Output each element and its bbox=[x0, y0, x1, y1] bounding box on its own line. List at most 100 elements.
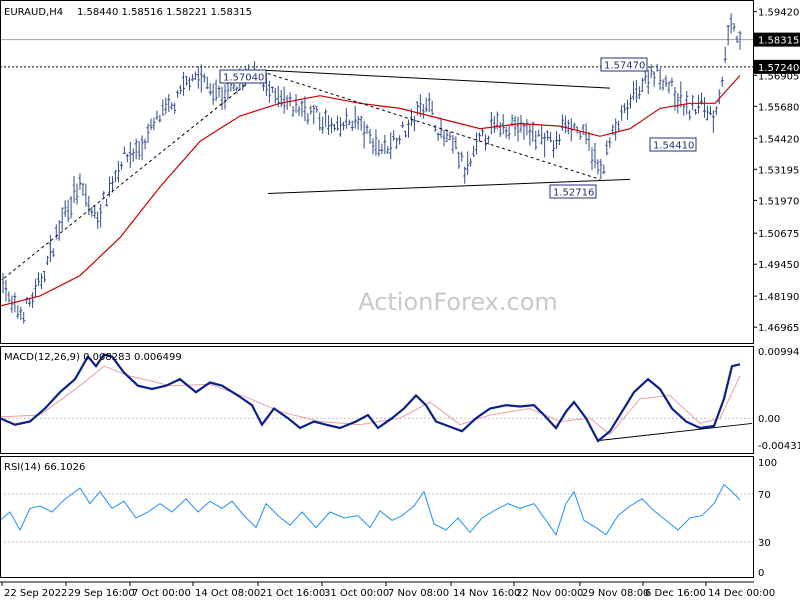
price-bar bbox=[217, 85, 221, 98]
price-bar bbox=[87, 195, 91, 216]
price-bar bbox=[466, 151, 470, 175]
price-bar bbox=[57, 220, 61, 241]
price-bar bbox=[22, 311, 26, 324]
price-bar bbox=[1, 272, 5, 294]
price-bar bbox=[347, 119, 351, 126]
price-tick-label: 1.48190 bbox=[758, 292, 799, 303]
price-bar bbox=[389, 132, 393, 159]
price-bar bbox=[119, 161, 123, 170]
price-bar bbox=[300, 100, 304, 117]
price-bar bbox=[608, 137, 612, 148]
price-bar bbox=[522, 122, 526, 140]
price-bar bbox=[125, 153, 129, 163]
price-bar bbox=[436, 132, 440, 141]
price-bar bbox=[371, 138, 375, 155]
price-bar bbox=[605, 140, 609, 156]
price-tick-label: 1.53195 bbox=[758, 165, 799, 176]
price-bar bbox=[208, 83, 212, 96]
macd-tick-label: -0.004313 bbox=[758, 441, 800, 452]
price-bar bbox=[149, 118, 153, 131]
price-bar bbox=[167, 93, 171, 112]
price-bar bbox=[708, 105, 712, 116]
price-bar bbox=[128, 141, 132, 168]
rsi-tick-label: 0 bbox=[758, 568, 764, 579]
price-bar bbox=[321, 116, 325, 134]
price-bar bbox=[658, 67, 662, 90]
price-bar bbox=[333, 123, 337, 132]
price-bar bbox=[463, 166, 467, 184]
rsi-title: RSI(14) 66.1026 bbox=[4, 462, 85, 473]
price-bar bbox=[448, 131, 452, 141]
price-bar bbox=[646, 69, 650, 95]
price-bar bbox=[356, 115, 360, 130]
level-label: 1.52716 bbox=[553, 188, 594, 199]
price-bar bbox=[637, 86, 641, 100]
x-tick-label: 7 Oct 00:00 bbox=[132, 588, 191, 599]
macd-tick-label: 0.00 bbox=[758, 414, 780, 425]
price-bar bbox=[315, 106, 319, 113]
price-bar bbox=[377, 139, 381, 157]
price-bar bbox=[193, 71, 197, 80]
price-bar bbox=[732, 22, 736, 32]
price-bar bbox=[475, 132, 479, 155]
price-bar bbox=[152, 117, 156, 131]
price-bar bbox=[563, 115, 567, 134]
price-bar bbox=[513, 115, 517, 137]
last-price-tag: 1.58315 bbox=[758, 36, 799, 47]
x-tick-label: 14 Nov 16:00 bbox=[453, 588, 520, 599]
level-label: 1.57040 bbox=[223, 73, 264, 84]
trendline bbox=[257, 69, 611, 89]
price-bar bbox=[279, 90, 283, 108]
level-label: 1.57470 bbox=[604, 61, 645, 72]
x-tick-label: 14 Oct 08:00 bbox=[195, 588, 260, 599]
price-bar bbox=[51, 248, 55, 258]
price-bar bbox=[421, 103, 425, 119]
price-bar bbox=[54, 224, 58, 240]
price-bar bbox=[617, 120, 621, 132]
price-bar bbox=[587, 131, 591, 151]
price-bar bbox=[294, 94, 298, 113]
macd-tick-label: 0.009944 bbox=[758, 347, 800, 358]
price-bar bbox=[344, 107, 348, 129]
price-bar bbox=[590, 147, 594, 171]
price-bar bbox=[640, 77, 644, 93]
price-bar bbox=[398, 135, 402, 145]
price-bar bbox=[451, 134, 455, 154]
labels-layer: EURAUD,H4 1.58440 1.58516 1.58221 1.5831… bbox=[4, 7, 697, 473]
level-label: 1.54410 bbox=[653, 141, 694, 152]
x-tick-label: 14 Dec 00:00 bbox=[708, 588, 775, 599]
price-bar bbox=[199, 64, 203, 93]
price-bar bbox=[146, 123, 150, 143]
price-bar bbox=[42, 270, 46, 283]
price-bar bbox=[37, 272, 41, 286]
price-bar bbox=[303, 96, 307, 122]
price-bar bbox=[386, 146, 390, 154]
price-bar bbox=[84, 183, 88, 207]
price-bar bbox=[288, 92, 292, 107]
price-bar bbox=[623, 103, 627, 114]
price-bar bbox=[176, 89, 180, 98]
rsi-tick-label: 100 bbox=[758, 458, 777, 469]
price-bar bbox=[540, 125, 544, 145]
price-bar bbox=[498, 122, 502, 137]
price-bar bbox=[353, 105, 357, 129]
price-bar bbox=[593, 142, 597, 169]
price-bar bbox=[694, 108, 698, 115]
price-bar bbox=[691, 94, 695, 110]
price-bar bbox=[131, 148, 135, 163]
price-bar bbox=[63, 200, 67, 217]
price-bar bbox=[81, 183, 85, 197]
price-bar bbox=[661, 79, 665, 91]
price-bar bbox=[78, 173, 82, 190]
price-bar bbox=[664, 75, 668, 87]
rsi-tick-label: 30 bbox=[758, 538, 771, 549]
panel-frame-rsi bbox=[0, 456, 754, 578]
rsi-tick-label: 70 bbox=[758, 490, 771, 501]
price-bar bbox=[134, 138, 138, 160]
price-tick-label: 1.59420 bbox=[758, 8, 799, 19]
price-bar bbox=[196, 66, 200, 89]
price-bar bbox=[116, 161, 120, 183]
price-bar bbox=[365, 124, 369, 134]
price-bar bbox=[676, 92, 680, 114]
price-bar bbox=[702, 97, 706, 118]
